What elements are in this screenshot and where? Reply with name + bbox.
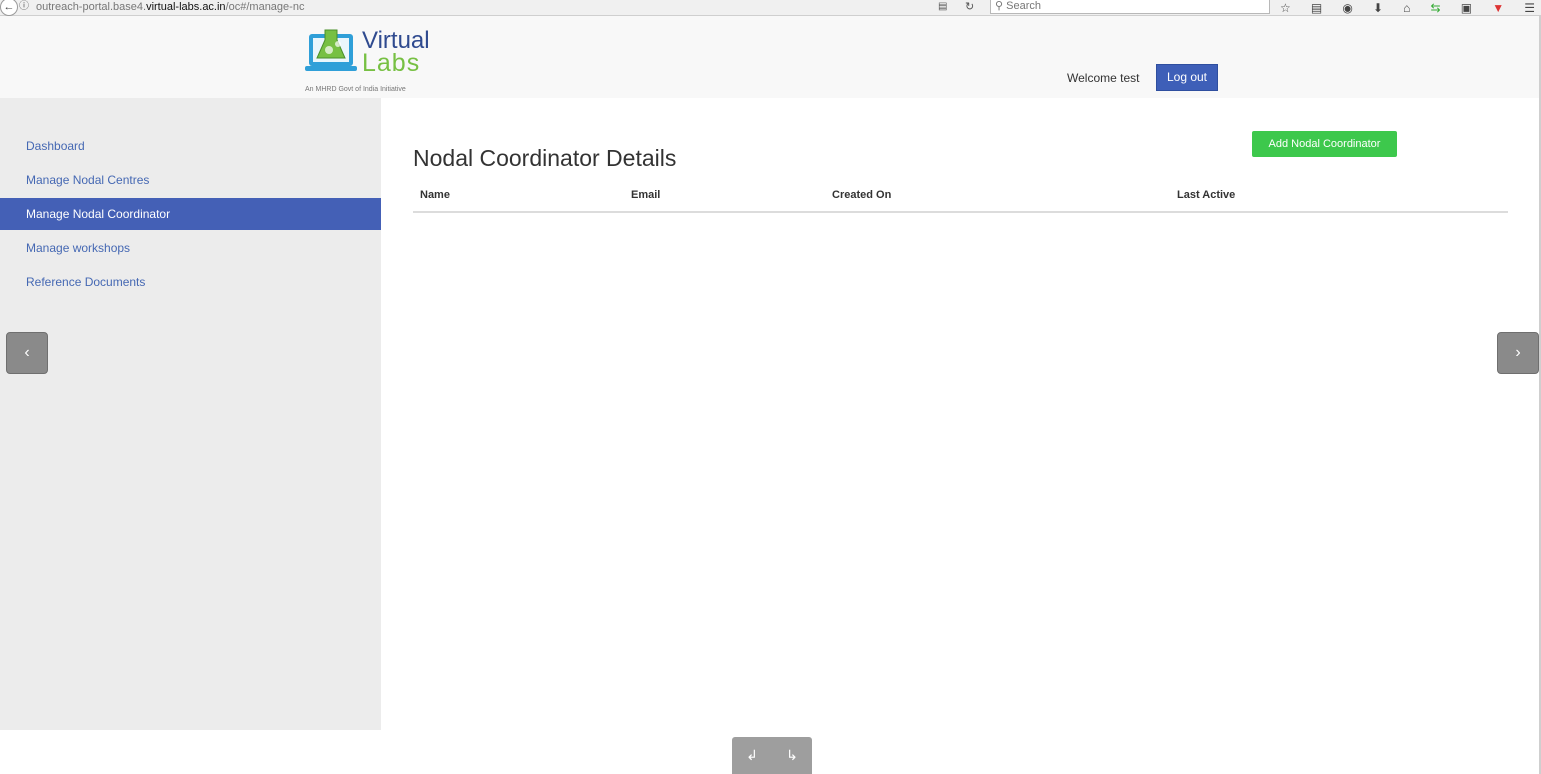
sidebar-item-manage-nodal-coordinator[interactable]: Manage Nodal Coordinator — [0, 198, 381, 230]
chevron-right-icon: › — [1515, 344, 1521, 361]
page-title: Nodal Coordinator Details — [413, 145, 677, 171]
sidebar-item-reference-documents[interactable]: Reference Documents — [0, 266, 381, 298]
home-icon[interactable]: ⌂ — [1403, 1, 1410, 15]
logo-brand-line2: Labs — [362, 49, 421, 77]
chevron-left-icon: ‹ — [24, 344, 30, 361]
column-header-email[interactable]: Email — [631, 189, 660, 201]
screenshot-icon[interactable]: ▣ — [1461, 1, 1472, 15]
welcome-text: Welcome test — [1067, 71, 1140, 85]
browser-toolbar: ← ⓘ outreach-portal.base4.virtual-labs.a… — [0, 0, 1541, 16]
redo-arrow-icon[interactable]: ↳ — [786, 747, 798, 764]
sync-icon[interactable]: ⇆ — [1431, 1, 1441, 15]
sidebar-item-dashboard[interactable]: Dashboard — [0, 130, 381, 162]
column-header-created-on[interactable]: Created On — [832, 189, 891, 201]
bottom-navigation-controls: ↲ ↳ — [732, 737, 812, 774]
download-icon[interactable]: ⬇ — [1373, 1, 1383, 15]
url-domain: virtual-labs.ac.in — [146, 1, 226, 13]
back-arrow-icon[interactable]: ← — [0, 0, 18, 16]
url-prefix: outreach-portal.base4. — [36, 1, 147, 13]
info-icon[interactable]: ⓘ — [19, 0, 29, 14]
toolbar-icons: ☆ ▤ ◉ ⬇ ⌂ ⇆ ▣ ▼ ☰ — [1280, 0, 1541, 15]
clipboard-icon[interactable]: ▤ — [1311, 1, 1322, 15]
column-header-last-active[interactable]: Last Active — [1177, 189, 1235, 201]
flask-laptop-icon — [305, 29, 357, 71]
nodal-coordinator-table: Name Email Created On Last Active — [413, 183, 1508, 213]
star-icon[interactable]: ☆ — [1280, 1, 1291, 15]
sidebar: Dashboard Manage Nodal Centres Manage No… — [0, 98, 381, 730]
virtual-labs-logo[interactable]: Virtual Labs An MHRD Govt of India Initi… — [305, 26, 430, 96]
reload-icon[interactable]: ↻ — [965, 0, 974, 14]
undo-arrow-icon[interactable]: ↲ — [746, 747, 758, 764]
sidebar-item-manage-workshops[interactable]: Manage workshops — [0, 232, 381, 264]
pocket-icon[interactable]: ◉ — [1342, 1, 1352, 15]
logout-button[interactable]: Log out — [1156, 64, 1218, 91]
browser-search-input[interactable]: ⚲ Search — [990, 0, 1270, 14]
logo-tagline: An MHRD Govt of India Initiative — [305, 86, 406, 93]
next-arrow-button[interactable]: › — [1497, 332, 1539, 374]
address-bar[interactable]: outreach-portal.base4.virtual-labs.ac.in… — [36, 0, 304, 14]
browser-search-placeholder: Search — [1006, 0, 1041, 12]
prev-arrow-button[interactable]: ‹ — [6, 332, 48, 374]
add-nodal-coordinator-button[interactable]: Add Nodal Coordinator — [1252, 131, 1397, 157]
column-header-name[interactable]: Name — [420, 189, 450, 201]
reader-view-icon[interactable]: ▤ — [938, 0, 947, 14]
menu-icon[interactable]: ☰ — [1524, 1, 1535, 15]
url-suffix: /oc#/manage-nc — [225, 1, 305, 13]
shield-icon[interactable]: ▼ — [1492, 1, 1504, 15]
sidebar-item-manage-nodal-centres[interactable]: Manage Nodal Centres — [0, 164, 381, 196]
site-header: Virtual Labs An MHRD Govt of India Initi… — [0, 16, 1541, 98]
